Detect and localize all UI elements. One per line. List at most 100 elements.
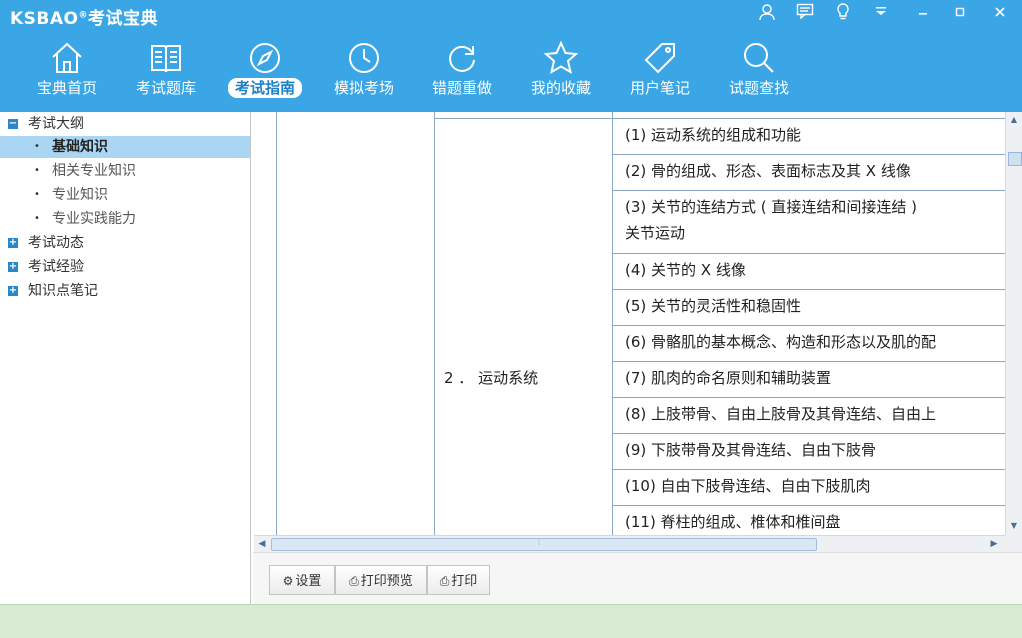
refresh-icon — [449, 45, 475, 72]
tree-node-practice-ability[interactable]: • 专业实践能力 — [0, 208, 250, 230]
section-label: 2 ． 运动系统 — [444, 369, 539, 387]
tree-node-label: 专业实践能力 — [52, 211, 136, 227]
outline-item: (8) 上肢带骨、自由上肢骨及其骨连结、自由上 — [625, 405, 937, 423]
tag-icon — [644, 43, 675, 74]
message-icon[interactable] — [792, 3, 818, 23]
table-border — [612, 469, 1022, 470]
vertical-scrollbar[interactable]: ▲ ▼ — [1005, 112, 1022, 536]
nav-label: 我的收藏 — [530, 79, 591, 97]
table-border — [276, 112, 277, 536]
expand-icon[interactable]: + — [8, 238, 18, 248]
tip-bulb-icon[interactable] — [830, 3, 856, 23]
scrollbar-corner — [1005, 535, 1022, 552]
tree-node-basic-knowledge[interactable]: • 基础知识 — [0, 136, 250, 158]
nav-label: 试题查找 — [728, 79, 789, 97]
nav-label: 宝典首页 — [36, 79, 97, 97]
tree-node-label: 考试大纲 — [28, 116, 84, 132]
tree-node-label: 考试动态 — [28, 235, 84, 251]
app-logo: KSBAO®考试宝典 — [10, 4, 158, 29]
tree-node-label: 专业知识 — [52, 187, 108, 203]
table-border — [612, 433, 1022, 434]
nav-redo-mistakes[interactable]: 错题重做 — [417, 38, 507, 108]
scroll-left-icon[interactable]: ◀ — [256, 538, 268, 550]
tree-node-exam-news[interactable]: + 考试动态 — [0, 232, 250, 254]
user-icon[interactable] — [754, 3, 780, 23]
logo-chinese-name: 考试宝典 — [87, 9, 158, 29]
expand-icon[interactable]: + — [8, 262, 18, 272]
dropdown-menu-icon[interactable] — [868, 3, 894, 23]
search-icon — [744, 43, 774, 73]
sidebar-tree: − 考试大纲 • 基础知识 • 相关专业知识 • 专业知识 • 专业实践能力 +… — [0, 112, 251, 604]
nav-label: 用户笔记 — [629, 79, 690, 97]
outline-item: (6) 骨骼肌的基本概念、构造和形态以及肌的配 — [625, 333, 937, 351]
scroll-right-icon[interactable]: ▶ — [988, 538, 1000, 550]
nav-label: 考试题库 — [135, 79, 196, 97]
nav-exam-guide[interactable]: 考试指南 — [220, 38, 310, 108]
table-border — [612, 190, 1022, 191]
minimize-icon[interactable] — [910, 3, 936, 23]
tree-node-knowledge-notes[interactable]: + 知识点笔记 — [0, 280, 250, 302]
logo-text: KSBAO — [10, 9, 79, 29]
tree-node-exam-experience[interactable]: + 考试经验 — [0, 256, 250, 278]
outline-item: (2) 骨的组成、形态、表面标志及其 X 线像 — [625, 162, 911, 180]
nav-question-bank[interactable]: 考试题库 — [121, 38, 211, 108]
expand-icon[interactable]: + — [8, 286, 18, 296]
settings-button[interactable]: ⚙ 设置 — [269, 565, 335, 595]
printer-icon: ⎙ — [439, 574, 450, 588]
table-border — [612, 397, 1022, 398]
nav-home[interactable]: 宝典首页 — [22, 38, 112, 108]
tree-node-label: 知识点笔记 — [28, 283, 98, 299]
settings-label: 设置 — [295, 574, 322, 589]
outline-item: (9) 下肢带骨及其骨连结、自由下肢骨 — [625, 441, 877, 459]
home-icon — [52, 42, 82, 73]
table-border — [612, 253, 1022, 254]
print-preview-label: 打印预览 — [360, 574, 413, 589]
nav-label: 模拟考场 — [333, 79, 394, 97]
table-border — [434, 112, 435, 536]
tree-node-professional-knowledge[interactable]: • 专业知识 — [0, 184, 250, 206]
bullet-icon: • — [34, 141, 40, 152]
tree-node-label: 考试经验 — [28, 259, 84, 275]
table-border — [612, 361, 1022, 362]
outline-item: (7) 肌肉的命名原则和辅助装置 — [625, 369, 832, 387]
bullet-icon: • — [34, 213, 40, 224]
tree-node-label: 基础知识 — [52, 139, 108, 155]
table-border — [612, 112, 613, 536]
print-label: 打印 — [451, 574, 478, 589]
table-border — [612, 325, 1022, 326]
maximize-icon[interactable] — [947, 3, 973, 23]
tree-node-related-knowledge[interactable]: • 相关专业知识 — [0, 160, 250, 182]
nav-label: 错题重做 — [431, 79, 492, 97]
gear-icon: ⚙ — [282, 574, 294, 588]
outline-table: 2 ． 运动系统 (1) 运动系统的组成和功能 (2) 骨的组成、形态、表面标志… — [253, 112, 1022, 536]
clock-icon — [349, 43, 379, 73]
outline-item: (3) 关节的连结方式 ( 直接连结和间接连结 ) — [625, 198, 918, 216]
table-border — [612, 289, 1022, 290]
scroll-down-icon[interactable]: ▼ — [1009, 521, 1019, 531]
outline-item: (5) 关节的灵活性和稳固性 — [625, 297, 802, 315]
top-header-bar: KSBAO®考试宝典 宝典首页 考试题库 考试指南 模拟考场 错题重做 我的收藏… — [0, 0, 1022, 112]
print-button[interactable]: ⎙ 打印 — [427, 565, 490, 595]
close-icon[interactable] — [987, 3, 1013, 23]
nav-question-search[interactable]: 试题查找 — [714, 38, 804, 108]
horizontal-scroll-thumb[interactable]: ⦙ — [271, 538, 817, 551]
scroll-up-icon[interactable]: ▲ — [1009, 115, 1019, 125]
table-border — [434, 118, 612, 119]
nav-label: 考试指南 — [227, 78, 302, 98]
collapse-icon[interactable]: − — [8, 119, 18, 129]
nav-mock-exam[interactable]: 模拟考场 — [319, 38, 409, 108]
table-border — [612, 154, 1022, 155]
tree-node-exam-outline[interactable]: − 考试大纲 — [0, 113, 250, 135]
status-bar — [0, 604, 1022, 638]
nav-user-notes[interactable]: 用户笔记 — [615, 38, 705, 108]
vertical-scroll-thumb[interactable] — [1008, 152, 1022, 166]
table-border — [612, 505, 1022, 506]
nav-favorites[interactable]: 我的收藏 — [516, 38, 606, 108]
print-preview-button[interactable]: ⎙ 打印预览 — [335, 565, 427, 595]
logo-registered-mark: ® — [78, 10, 88, 21]
horizontal-scrollbar[interactable]: ◀ ⦙ ▶ — [254, 535, 1005, 552]
book-icon — [151, 45, 181, 73]
bullet-icon: • — [34, 165, 40, 176]
compass-icon — [250, 43, 280, 73]
outline-item: (1) 运动系统的组成和功能 — [625, 126, 802, 144]
